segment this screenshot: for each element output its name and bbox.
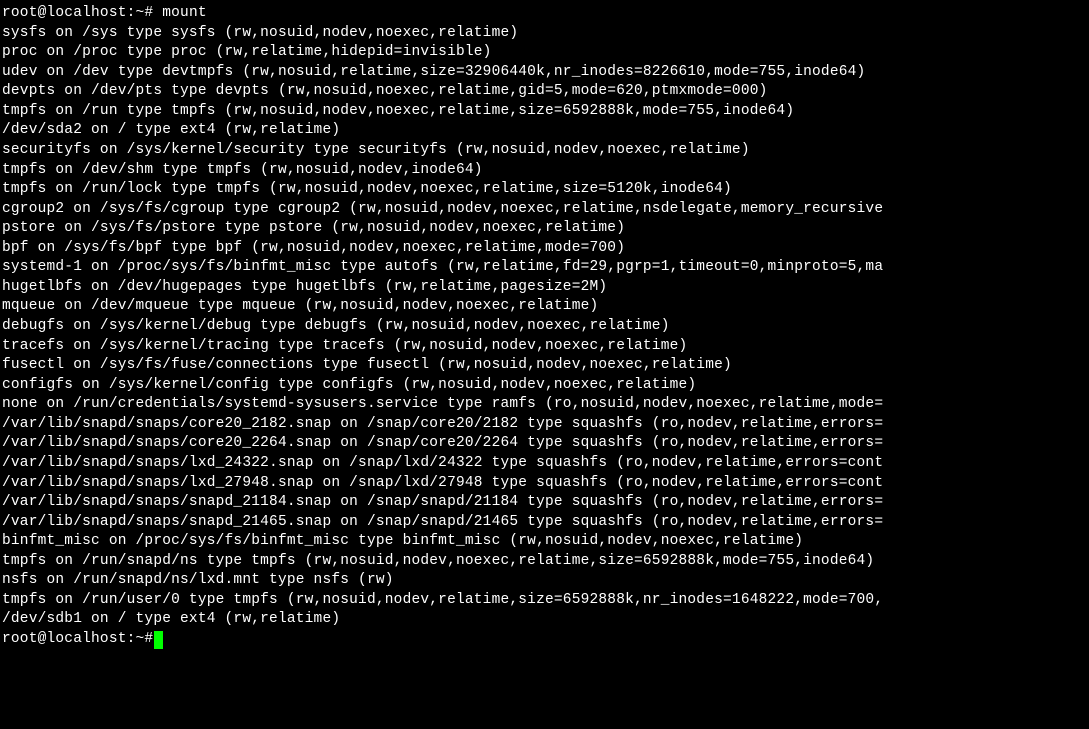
output-line: /dev/sda2 on / type ext4 (rw,relatime) [2,121,1087,141]
output-line: /var/lib/snapd/snaps/core20_2264.snap on… [2,434,1087,454]
active-prompt-line[interactable]: root@localhost:~# [2,630,1087,650]
output-line: cgroup2 on /sys/fs/cgroup type cgroup2 (… [2,200,1087,220]
output-line: configfs on /sys/kernel/config type conf… [2,376,1087,396]
output-line: none on /run/credentials/systemd-sysuser… [2,395,1087,415]
output-line: udev on /dev type devtmpfs (rw,nosuid,re… [2,63,1087,83]
output-line: tmpfs on /run/lock type tmpfs (rw,nosuid… [2,180,1087,200]
output-line: proc on /proc type proc (rw,relatime,hid… [2,43,1087,63]
output-line: nsfs on /run/snapd/ns/lxd.mnt type nsfs … [2,571,1087,591]
output-line: systemd-1 on /proc/sys/fs/binfmt_misc ty… [2,258,1087,278]
output-line: binfmt_misc on /proc/sys/fs/binfmt_misc … [2,532,1087,552]
output-line: mqueue on /dev/mqueue type mqueue (rw,no… [2,297,1087,317]
output-line: securityfs on /sys/kernel/security type … [2,141,1087,161]
output-line: sysfs on /sys type sysfs (rw,nosuid,node… [2,24,1087,44]
output-line: tracefs on /sys/kernel/tracing type trac… [2,337,1087,357]
output-line: bpf on /sys/fs/bpf type bpf (rw,nosuid,n… [2,239,1087,259]
shell-prompt: root@localhost:~# [2,630,153,650]
output-line: /var/lib/snapd/snaps/snapd_21465.snap on… [2,513,1087,533]
output-line: tmpfs on /run type tmpfs (rw,nosuid,node… [2,102,1087,122]
output-line: tmpfs on /dev/shm type tmpfs (rw,nosuid,… [2,161,1087,181]
output-line: pstore on /sys/fs/pstore type pstore (rw… [2,219,1087,239]
output-line: /var/lib/snapd/snaps/lxd_24322.snap on /… [2,454,1087,474]
command-text: mount [162,5,207,21]
output-line: /dev/sdb1 on / type ext4 (rw,relatime) [2,610,1087,630]
cursor-icon [154,631,163,649]
output-line: /var/lib/snapd/snaps/core20_2182.snap on… [2,415,1087,435]
output-line: hugetlbfs on /dev/hugepages type hugetlb… [2,278,1087,298]
output-line: tmpfs on /run/user/0 type tmpfs (rw,nosu… [2,591,1087,611]
output-line: fusectl on /sys/fs/fuse/connections type… [2,356,1087,376]
command-line: root@localhost:~# mount [2,4,1087,24]
terminal-output[interactable]: root@localhost:~# mount sysfs on /sys ty… [2,4,1087,650]
output-line: tmpfs on /run/snapd/ns type tmpfs (rw,no… [2,552,1087,572]
output-line: /var/lib/snapd/snaps/snapd_21184.snap on… [2,493,1087,513]
shell-prompt: root@localhost:~# [2,5,162,21]
output-line: /var/lib/snapd/snaps/lxd_27948.snap on /… [2,474,1087,494]
output-line: devpts on /dev/pts type devpts (rw,nosui… [2,82,1087,102]
output-line: debugfs on /sys/kernel/debug type debugf… [2,317,1087,337]
